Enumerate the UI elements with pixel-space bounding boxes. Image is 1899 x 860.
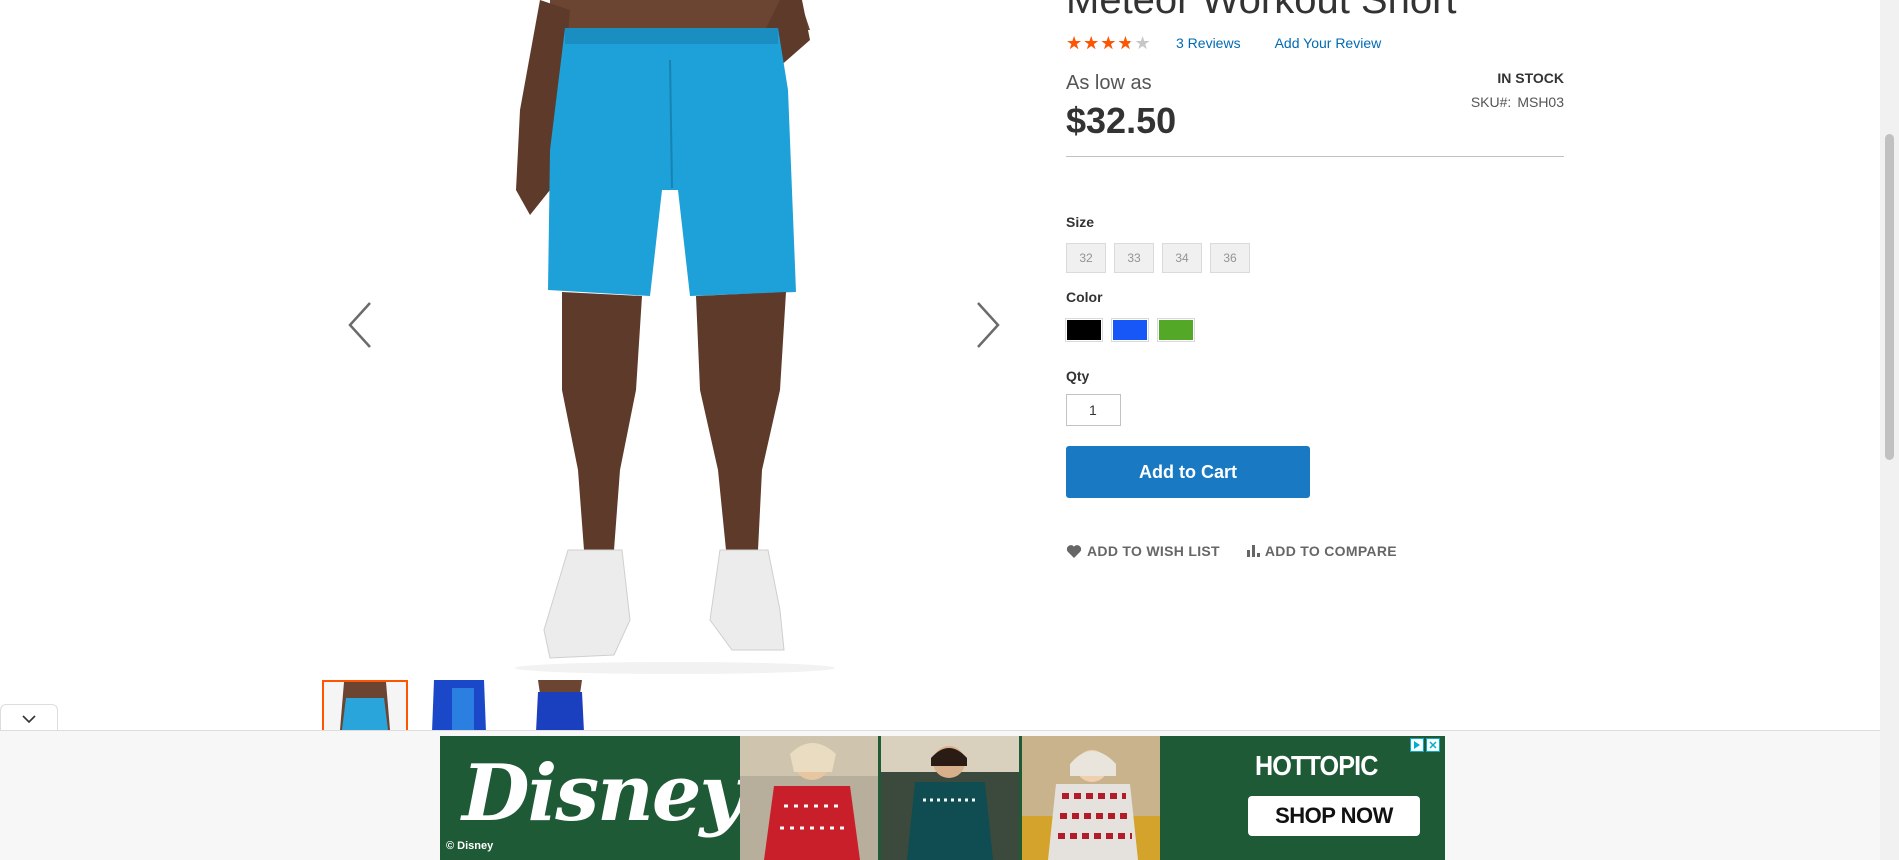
ad-shop-now-button[interactable]: SHOP NOW <box>1248 796 1420 836</box>
product-gallery <box>320 0 1010 680</box>
ad-disney-logo: Disney <box>462 748 745 839</box>
reviews-link[interactable]: 3 Reviews <box>1176 35 1241 51</box>
size-options: 32 33 34 36 <box>1066 243 1250 273</box>
close-icon[interactable] <box>1426 738 1440 752</box>
add-to-wishlist-button[interactable]: ADD TO WISH LIST <box>1066 543 1220 559</box>
sku-label: SKU#: <box>1470 94 1512 110</box>
rating-stars: ★★★★★ ★★★★★ <box>1066 33 1152 53</box>
color-swatch-blue[interactable] <box>1111 318 1149 342</box>
gallery-thumbnail[interactable] <box>322 680 408 732</box>
qty-label: Qty <box>1066 368 1090 384</box>
product-rating: ★★★★★ ★★★★★ 3 Reviews Add Your Review <box>1066 34 1381 52</box>
sku-value: MSH03 <box>1517 94 1564 110</box>
product-actions: ADD TO WISH LIST ADD TO COMPARE <box>1066 543 1397 559</box>
ad-copyright: © Disney <box>446 840 494 852</box>
divider <box>1066 156 1564 157</box>
ad-collapse-toggle[interactable] <box>0 704 58 732</box>
adchoices-icon[interactable] <box>1410 738 1424 752</box>
gallery-prev-arrow[interactable] <box>340 295 380 355</box>
product-price: $32.50 <box>1066 100 1177 141</box>
product-title: Meteor Workout Short <box>1066 0 1457 22</box>
compare-icon <box>1246 545 1260 557</box>
compare-label: ADD TO COMPARE <box>1264 543 1397 559</box>
stock-status: IN STOCK <box>1497 70 1564 86</box>
color-options <box>1065 318 1195 342</box>
size-option[interactable]: 32 <box>1066 243 1106 273</box>
size-option[interactable]: 36 <box>1210 243 1250 273</box>
size-option[interactable]: 34 <box>1162 243 1202 273</box>
price-label: As low as <box>1066 72 1152 94</box>
gallery-next-arrow[interactable] <box>968 295 1008 355</box>
qty-input[interactable] <box>1066 394 1121 426</box>
ad-photo <box>1022 736 1160 860</box>
product-main-image <box>515 0 835 674</box>
gallery-thumbnail[interactable] <box>516 680 602 732</box>
product-page: Meteor Workout Short ★★★★★ ★★★★★ 3 Revie… <box>0 0 1880 860</box>
banner-ad[interactable]: Disney © Disney HOTTOPIC SHOP NOW <box>440 736 1445 860</box>
gallery-thumbnail[interactable] <box>422 680 508 732</box>
color-swatch-black[interactable] <box>1065 318 1103 342</box>
scrollbar-thumb[interactable] <box>1885 134 1894 460</box>
size-label: Size <box>1066 214 1095 230</box>
ad-photo <box>740 736 878 860</box>
wishlist-label: ADD TO WISH LIST <box>1087 543 1220 559</box>
heart-icon <box>1066 544 1082 558</box>
chevron-left-icon <box>348 302 371 348</box>
product-sku: SKU#: MSH03 <box>1471 94 1564 110</box>
ad-photo <box>881 736 1019 860</box>
color-label: Color <box>1066 289 1103 305</box>
chevron-right-icon <box>977 302 1000 348</box>
ad-hottopic-logo: HOTTOPIC <box>1255 750 1378 781</box>
color-swatch-green[interactable] <box>1157 318 1195 342</box>
add-review-link[interactable]: Add Your Review <box>1275 35 1382 51</box>
size-option[interactable]: 33 <box>1114 243 1154 273</box>
chevron-down-icon <box>22 714 36 723</box>
add-to-cart-button[interactable]: Add to Cart <box>1066 446 1310 498</box>
add-to-compare-button[interactable]: ADD TO COMPARE <box>1246 543 1397 559</box>
page-scrollbar[interactable] <box>1880 0 1899 860</box>
